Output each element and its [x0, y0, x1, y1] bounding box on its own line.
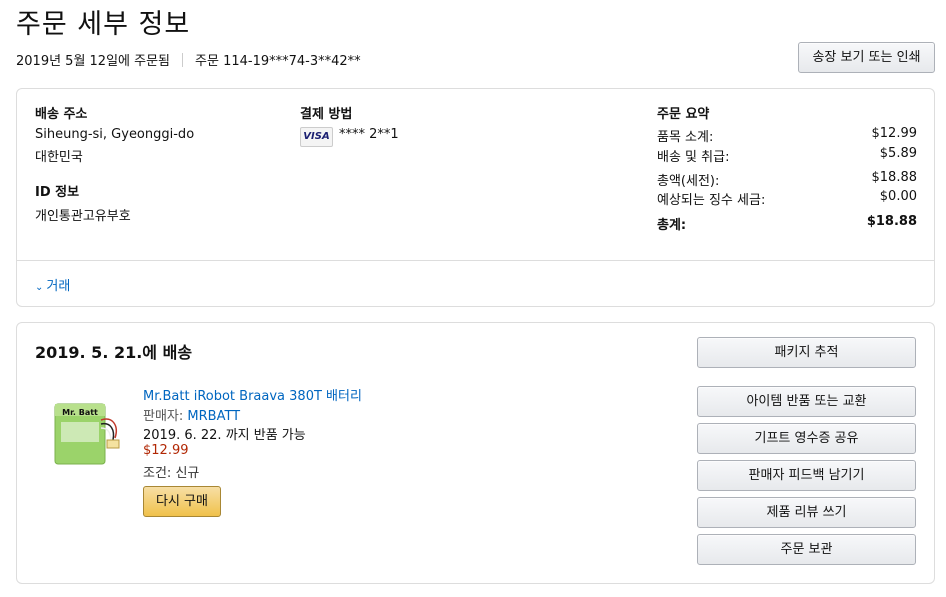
order-summary-heading: 주문 요약: [657, 107, 710, 122]
return-eligibility: 2019. 6. 22. 까지 반품 가능: [143, 428, 306, 443]
visa-card-icon: VISA: [300, 127, 333, 147]
order-subline: 2019년 5월 12일에 주문됨 주문 114-19***74-3**42**: [16, 50, 361, 69]
product-image[interactable]: Mr. Batt: [53, 398, 125, 468]
order-number: 주문 114-19***74-3**42**: [195, 54, 361, 69]
share-gift-receipt-button[interactable]: 기프트 영수증 공유: [697, 423, 916, 454]
card-number: **** 2**1: [339, 127, 399, 142]
shipping-address-heading: 배송 주소: [35, 107, 88, 122]
seller-link[interactable]: MRBATT: [187, 409, 240, 424]
order-summary-box: 배송 주소 Siheung-si, Gyeonggi-do 대한민국 ID 정보…: [16, 88, 935, 307]
chevron-down-icon: ⌄: [35, 282, 44, 293]
buy-again-button[interactable]: 다시 구매: [143, 486, 221, 517]
return-item-button[interactable]: 아이템 반품 또는 교환: [697, 386, 916, 417]
seller-label: 판매자:: [143, 409, 188, 424]
battery-brand-label: Mr. Batt: [62, 408, 98, 417]
divider: [182, 52, 184, 67]
summary-row-tax: 예상되는 징수 세금: $0.00: [657, 189, 917, 208]
summary-row-shipping: 배송 및 취급: $5.89: [657, 146, 917, 165]
summary-label: 품목 소계:: [657, 130, 714, 145]
archive-order-button[interactable]: 주문 보관: [697, 534, 916, 565]
summary-row-total: 총계: $18.88: [657, 214, 917, 233]
condition-value: 신규: [175, 466, 200, 481]
track-package-button[interactable]: 패키지 추적: [697, 337, 916, 368]
summary-value: $18.88: [871, 170, 918, 185]
summary-label: 예상되는 징수 세금:: [657, 193, 766, 208]
id-info-value: 개인통관고유부호: [35, 209, 131, 224]
seller-info: 판매자: MRBATT: [143, 405, 240, 424]
summary-total-label: 총계:: [657, 218, 687, 233]
shipment-title: 2019. 5. 21.에 배송: [35, 343, 193, 362]
page-title: 주문 세부 정보: [16, 9, 191, 40]
transactions-toggle[interactable]: ⌄ 거래: [35, 275, 70, 294]
section-divider: [17, 260, 934, 261]
summary-row-pretax: 총액(세전): $18.88: [657, 170, 917, 189]
shipping-address-line1: Siheung-si, Gyeonggi-do: [35, 127, 195, 142]
payment-method-heading: 결제 방법: [300, 107, 353, 122]
product-name-link[interactable]: Mr.Batt iRobot Braava 380T 배터리: [143, 385, 362, 404]
summary-row-subtotal: 품목 소계: $12.99: [657, 126, 917, 145]
order-date: 2019년 5월 12일에 주문됨: [16, 54, 171, 69]
product-price: $12.99: [143, 443, 189, 458]
summary-value: $0.00: [879, 189, 917, 204]
condition-label: 조건:: [143, 466, 176, 481]
view-invoice-button[interactable]: 송장 보기 또는 인쇄: [798, 42, 935, 73]
seller-feedback-button[interactable]: 판매자 피드백 남기기: [697, 460, 916, 491]
write-review-button[interactable]: 제품 리뷰 쓰기: [697, 497, 916, 528]
id-info-heading: ID 정보: [35, 185, 80, 200]
summary-value: $12.99: [871, 126, 918, 141]
summary-label: 총액(세전):: [657, 174, 720, 189]
shipping-address-line2: 대한민국: [35, 150, 83, 165]
summary-total-value: $18.88: [866, 214, 917, 229]
condition-info: 조건: 신규: [143, 462, 199, 481]
shipment-box: 2019. 5. 21.에 배송 Mr. Batt Mr.Batt iRobot…: [16, 322, 935, 584]
summary-value: $5.89: [879, 146, 917, 161]
transactions-label: 거래: [46, 279, 71, 294]
summary-label: 배송 및 취급:: [657, 150, 730, 165]
